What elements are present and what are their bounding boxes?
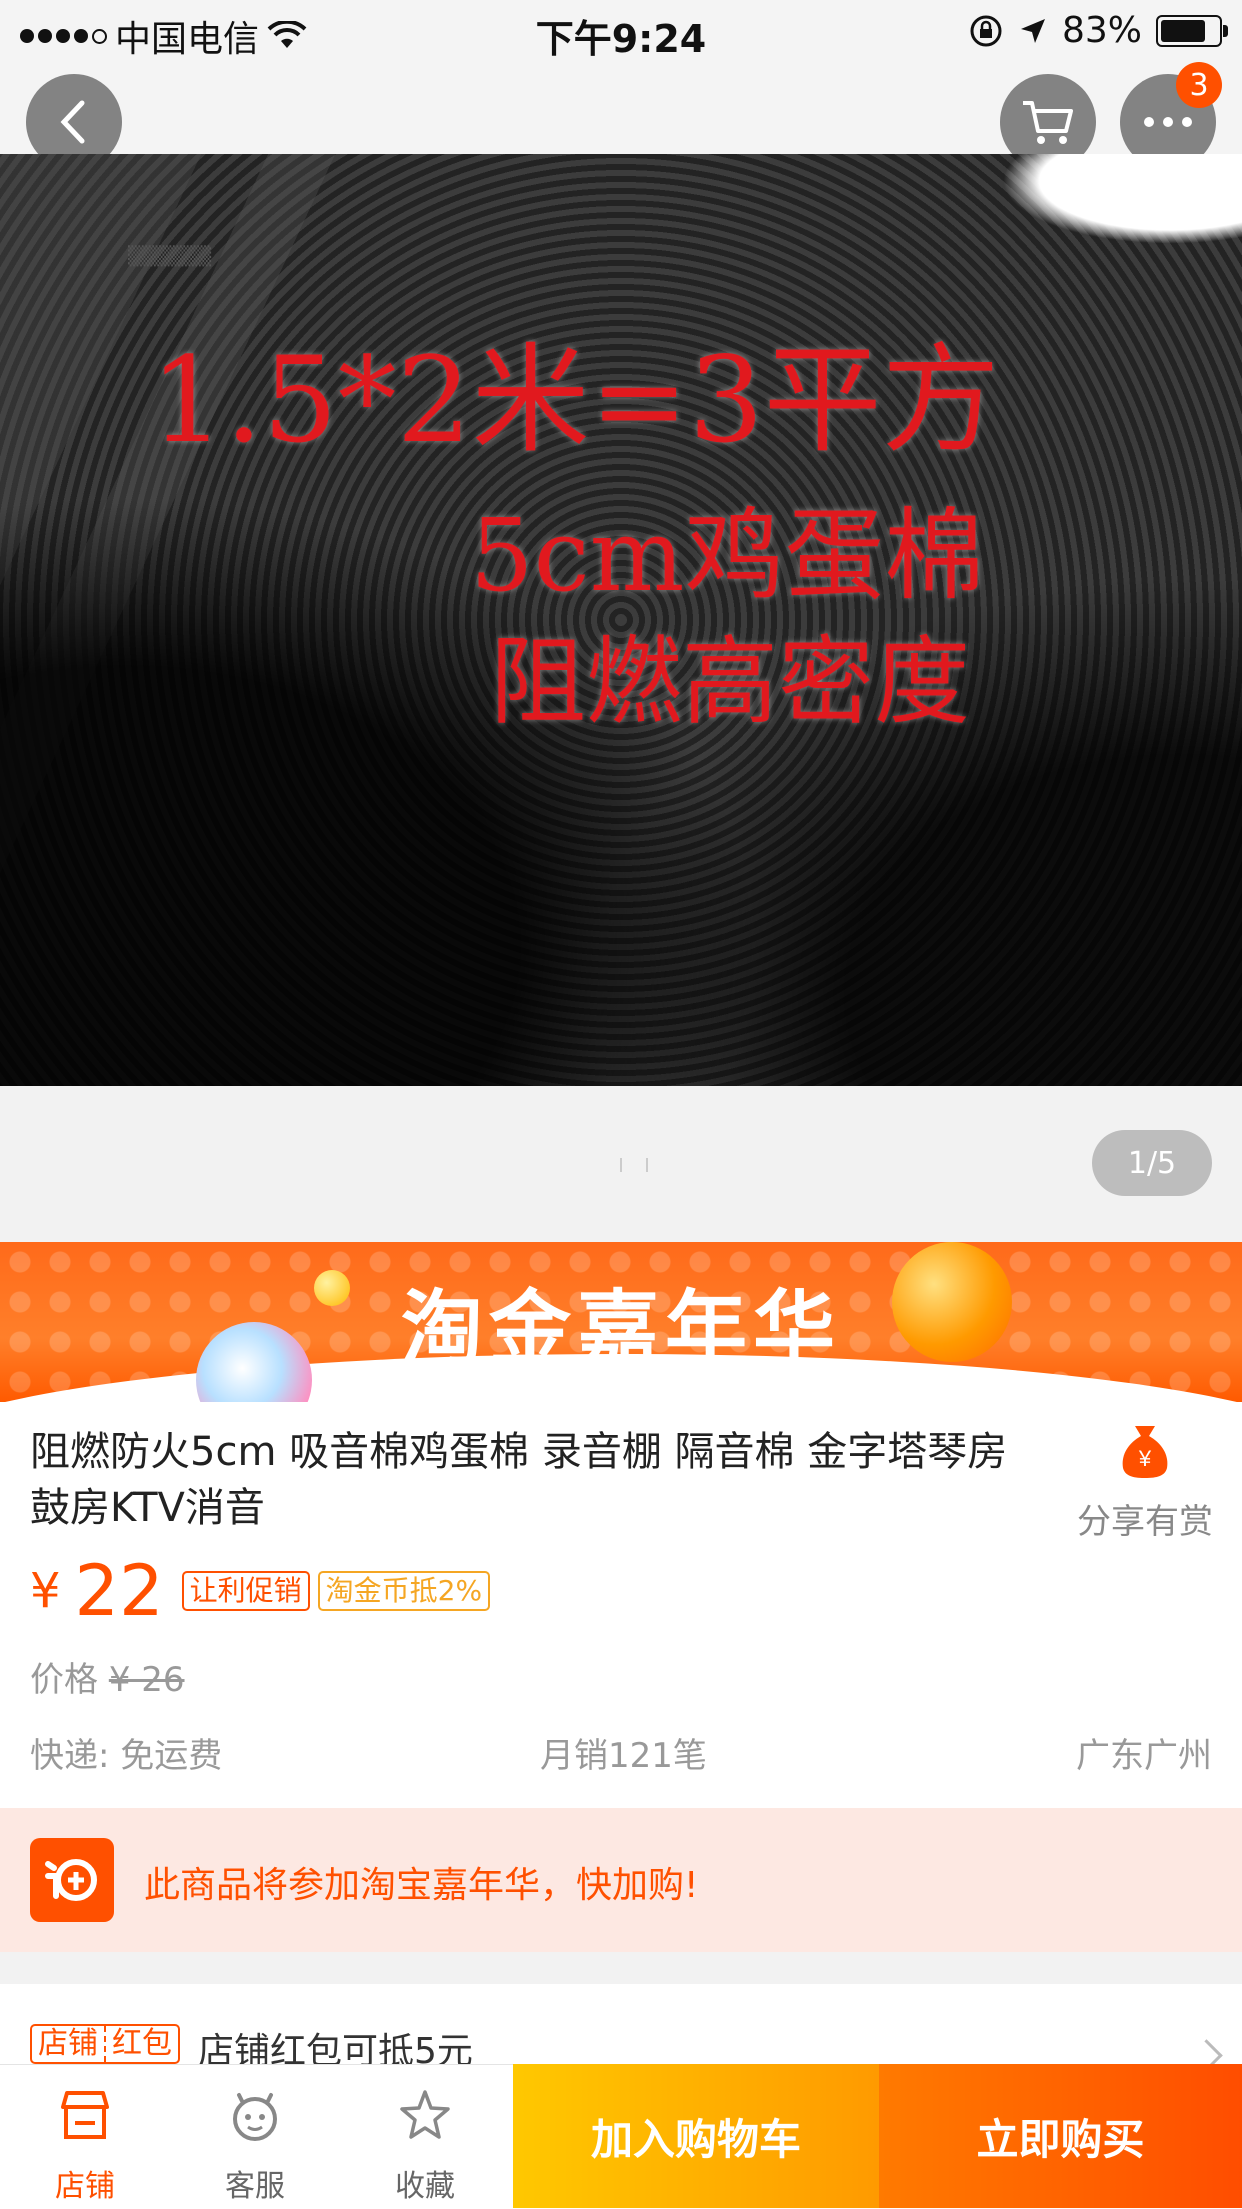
original-price: ¥ 26: [108, 1660, 185, 1700]
image-watermark: ▒▒▒▒▒▒: [128, 246, 212, 267]
original-price-label: 价格: [30, 1660, 98, 1700]
customer-service-label: 客服: [225, 2169, 285, 2204]
original-price-row: 价格 ¥ 26: [30, 1652, 185, 1701]
status-right: 83%: [968, 10, 1228, 51]
shop-button[interactable]: 店铺: [0, 2065, 170, 2209]
product-info: 阻燃防火5cm 吸音棉鸡蛋棉 录音棚 隔音棉 金字塔琴房鼓房KTV消音 ¥ 分享…: [0, 1402, 1242, 1808]
image-caption-material: 5cm鸡蛋棉: [470, 497, 985, 614]
top-nav: 3: [0, 62, 1242, 170]
shipping-info: 快递: 免运费: [30, 1736, 223, 1776]
image-cloud: [1002, 154, 1242, 244]
product-title: 阻燃防火5cm 吸音棉鸡蛋棉 录音棚 隔音棉 金字塔琴房鼓房KTV消音: [30, 1429, 1008, 1531]
coin-tag: 淘金币抵2%: [317, 1571, 491, 1611]
status-bar: 中国电信 下午9:24 83%: [0, 0, 1242, 62]
page-indicator: 1/5: [1092, 1130, 1212, 1196]
coupon-tag-redpacket: 红包: [104, 2026, 178, 2062]
event-banner[interactable]: 淘金嘉年华: [0, 1242, 1242, 1402]
customer-service-icon: [233, 2093, 277, 2141]
promo-tag: 让利促销: [181, 1571, 310, 1611]
carousel-dots: [620, 1158, 648, 1172]
notification-badge: 3: [1176, 62, 1222, 108]
banner-title: 淘金嘉年华: [400, 1282, 841, 1377]
shopping-cart-icon: [1023, 101, 1073, 144]
rotation-lock-icon: [970, 15, 1002, 46]
shop-label: 店铺: [55, 2169, 115, 2204]
chevron-left-icon: [60, 100, 85, 144]
currency-symbol: ¥: [30, 1563, 61, 1619]
money-bag-icon: ¥: [1119, 1422, 1171, 1480]
add-to-cart-button[interactable]: 加入购物车: [513, 2064, 879, 2208]
battery-percent: 83%: [1061, 10, 1142, 51]
carousel-footer: 1/5: [0, 1086, 1242, 1242]
monthly-sales: 月销121笔: [540, 1736, 707, 1776]
favorite-button[interactable]: 收藏: [340, 2065, 510, 2209]
share-label: 分享有赏: [1077, 1502, 1213, 1542]
ship-location: 广东广州: [1076, 1736, 1212, 1776]
price-row: ¥ 22 让利促销 淘金币抵2%: [30, 1550, 498, 1632]
favorite-label: 收藏: [395, 2169, 455, 2204]
taobao-event-icon: [30, 1838, 114, 1922]
star-icon: [400, 2090, 450, 2139]
coupon-tag-shop: 店铺: [38, 2026, 98, 2061]
coupon-tag: 店铺 红包: [30, 2024, 180, 2064]
product-image[interactable]: ▒▒▒▒▒▒ 1.5*2米=3平方 5cm鸡蛋棉 阻燃高密度: [0, 154, 1242, 1086]
battery-icon: [1156, 14, 1228, 47]
promo-notice[interactable]: 此商品将参加淘宝嘉年华，快加购!: [0, 1808, 1242, 1952]
current-price: 22: [74, 1550, 164, 1632]
share-button[interactable]: ¥ 分享有赏: [1070, 1422, 1220, 1543]
shop-icon: [61, 2091, 109, 2139]
svg-text:¥: ¥: [1138, 1446, 1152, 1471]
promo-text: 此商品将参加淘宝嘉年华，快加购!: [144, 1865, 699, 1906]
image-caption-size: 1.5*2米=3平方: [150, 331, 1000, 469]
location-arrow-icon: [1020, 18, 1045, 43]
more-dots-icon: [1144, 117, 1192, 127]
buy-now-button[interactable]: 立即购买: [879, 2064, 1242, 2208]
image-caption-feature: 阻燃高密度: [490, 626, 970, 738]
customer-service-button[interactable]: 客服: [170, 2065, 340, 2209]
